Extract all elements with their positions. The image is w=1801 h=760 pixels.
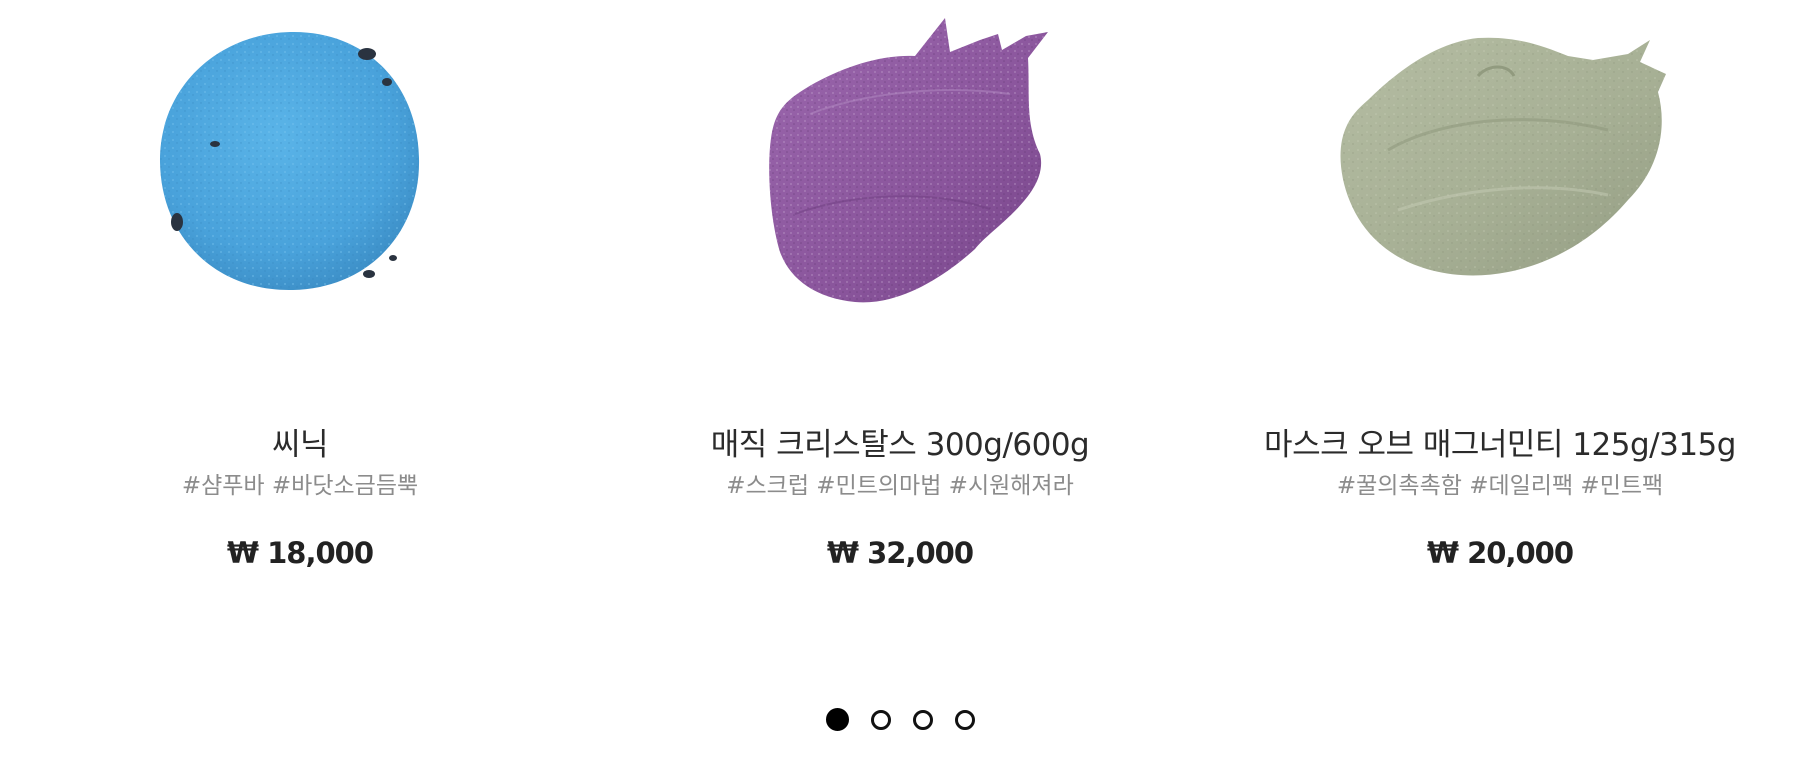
pagination-dot-1[interactable] [826, 708, 849, 731]
scrub-swatch-image[interactable] [740, 14, 1060, 314]
product-price: ₩ 32,000 [827, 536, 974, 570]
shampoo-bar-image[interactable] [155, 26, 425, 296]
product-info: 매직 크리스탈스 300g/600g #스크럽 #민트의마법 #시원해져라 ₩ … [600, 425, 1200, 573]
product-tags: #꿀의촉촉함 #데일리팩 #민트팩 [1336, 473, 1664, 499]
pagination-dot-3[interactable] [913, 709, 933, 730]
product-name[interactable]: 씨닉 [0, 425, 600, 465]
product-tags: #샴푸바 #바닷소금듬뿍 [181, 473, 419, 499]
product-name[interactable]: 매직 크리스탈스 300g/600g [600, 425, 1200, 465]
product-info: 씨닉 #샴푸바 #바닷소금듬뿍 ₩ 18,000 [0, 425, 600, 573]
product-tags: #스크럽 #민트의마법 #시원해져라 [726, 473, 1074, 499]
product-price: ₩ 20,000 [1427, 536, 1574, 570]
product-info: 마스크 오브 매그너민티 125g/315g #꿀의촉촉함 #데일리팩 #민트팩… [1200, 425, 1800, 573]
carousel-pagination [0, 708, 1801, 736]
pagination-dot-4[interactable] [955, 709, 975, 730]
product-carousel: 씨닉 #샴푸바 #바닷소금듬뿍 ₩ 18,000 매직 크리스탈스 300g/6… [0, 0, 1801, 760]
product-name[interactable]: 마스크 오브 매그너민티 125g/315g [1200, 425, 1800, 465]
face-mask-swatch-image[interactable] [1328, 30, 1688, 292]
pagination-dot-2[interactable] [871, 709, 891, 730]
product-price: ₩ 18,000 [227, 536, 374, 570]
